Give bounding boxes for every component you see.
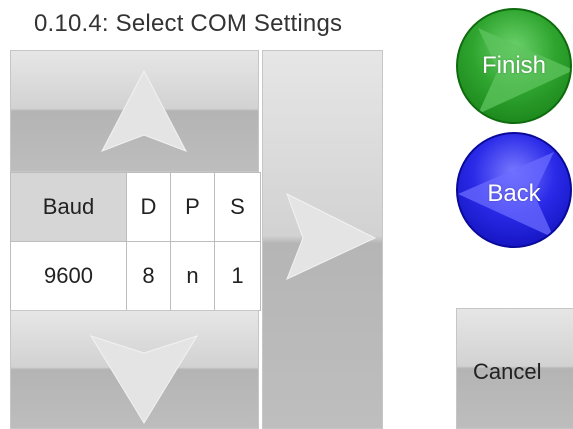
table-row: 9600 8 n 1	[10, 241, 261, 311]
back-button[interactable]: Back	[456, 132, 572, 248]
finish-button[interactable]: Finish	[456, 8, 572, 124]
cancel-button[interactable]: Cancel	[456, 308, 573, 429]
page-title: 0.10.4: Select COM Settings	[34, 10, 343, 37]
up-arrow-icon	[100, 69, 188, 152]
back-label: Back	[487, 180, 541, 207]
com-settings-table: Baud D P S 9600 8 n 1	[10, 172, 261, 311]
header-baud[interactable]: Baud	[10, 172, 127, 242]
header-stopbits[interactable]: S	[214, 172, 261, 242]
cell-stopbits[interactable]: 1	[214, 241, 261, 311]
table-header-row: Baud D P S	[10, 172, 261, 242]
right-arrow-icon	[286, 192, 377, 280]
header-parity[interactable]: P	[170, 172, 215, 242]
header-databits[interactable]: D	[126, 172, 171, 242]
scroll-up-button[interactable]	[10, 50, 259, 172]
down-arrow-icon	[89, 335, 199, 424]
cell-baud[interactable]: 9600	[10, 241, 127, 311]
scroll-down-button[interactable]	[10, 310, 259, 429]
finish-label: Finish	[481, 52, 547, 79]
cancel-label: Cancel	[473, 359, 542, 384]
cell-databits[interactable]: 8	[126, 241, 171, 311]
com-settings-screen: 0.10.4: Select COM Settings Baud D P S 9…	[0, 0, 573, 429]
select-right-button[interactable]	[262, 50, 383, 429]
cell-parity[interactable]: n	[170, 241, 215, 311]
